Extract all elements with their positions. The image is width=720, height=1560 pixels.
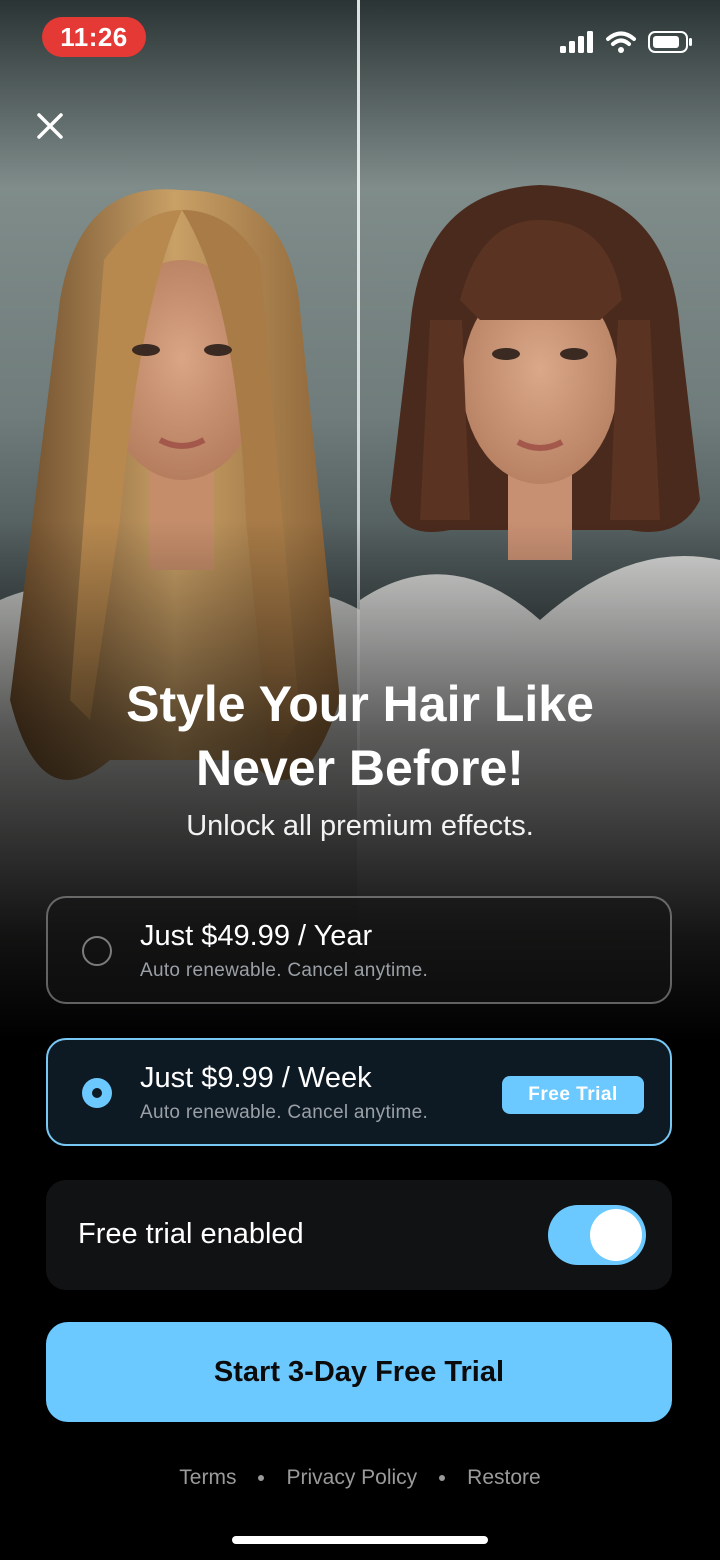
home-indicator[interactable] <box>232 1536 488 1544</box>
plan-option-weekly[interactable]: Just $9.99 / Week Auto renewable. Cancel… <box>46 1038 672 1146</box>
free-trial-badge: Free Trial <box>502 1076 644 1114</box>
page-subtitle: Unlock all premium effects. <box>186 810 534 842</box>
title-line-1: Style Your Hair Like <box>126 676 594 732</box>
status-time: 11:26 <box>42 17 146 57</box>
cellular-signal-icon <box>560 31 593 53</box>
terms-link[interactable]: Terms <box>179 1466 236 1490</box>
radio-unselected[interactable] <box>82 936 112 966</box>
plan-title: Just $49.99 / Year <box>140 920 373 952</box>
free-trial-row: Free trial enabled <box>46 1180 672 1290</box>
radio-selected[interactable] <box>82 1078 112 1108</box>
page-title: Style Your Hair Like Never Before! <box>0 672 720 800</box>
plan-option-yearly[interactable]: Just $49.99 / Year Auto renewable. Cance… <box>46 896 672 1004</box>
wifi-icon <box>606 31 636 53</box>
toggle-knob <box>590 1209 642 1261</box>
plan-subtitle: Auto renewable. Cancel anytime. <box>140 960 429 981</box>
free-trial-label: Free trial enabled <box>78 1218 304 1250</box>
plan-subtitle: Auto renewable. Cancel anytime. <box>140 1102 429 1123</box>
footer-links: Terms Privacy Policy Restore <box>0 1466 720 1490</box>
privacy-policy-link[interactable]: Privacy Policy <box>286 1466 417 1490</box>
title-line-2: Never Before! <box>196 740 524 796</box>
close-button[interactable] <box>30 106 70 146</box>
status-icons <box>560 30 694 54</box>
hero-image-comparison <box>0 0 720 1040</box>
restore-link[interactable]: Restore <box>467 1466 541 1490</box>
free-trial-toggle[interactable] <box>548 1205 646 1265</box>
separator-dot <box>439 1475 446 1481</box>
plan-title: Just $9.99 / Week <box>140 1062 372 1094</box>
battery-icon <box>648 31 692 53</box>
separator-dot <box>258 1475 265 1481</box>
start-free-trial-button[interactable]: Start 3-Day Free Trial <box>46 1322 672 1422</box>
close-icon <box>37 113 63 139</box>
